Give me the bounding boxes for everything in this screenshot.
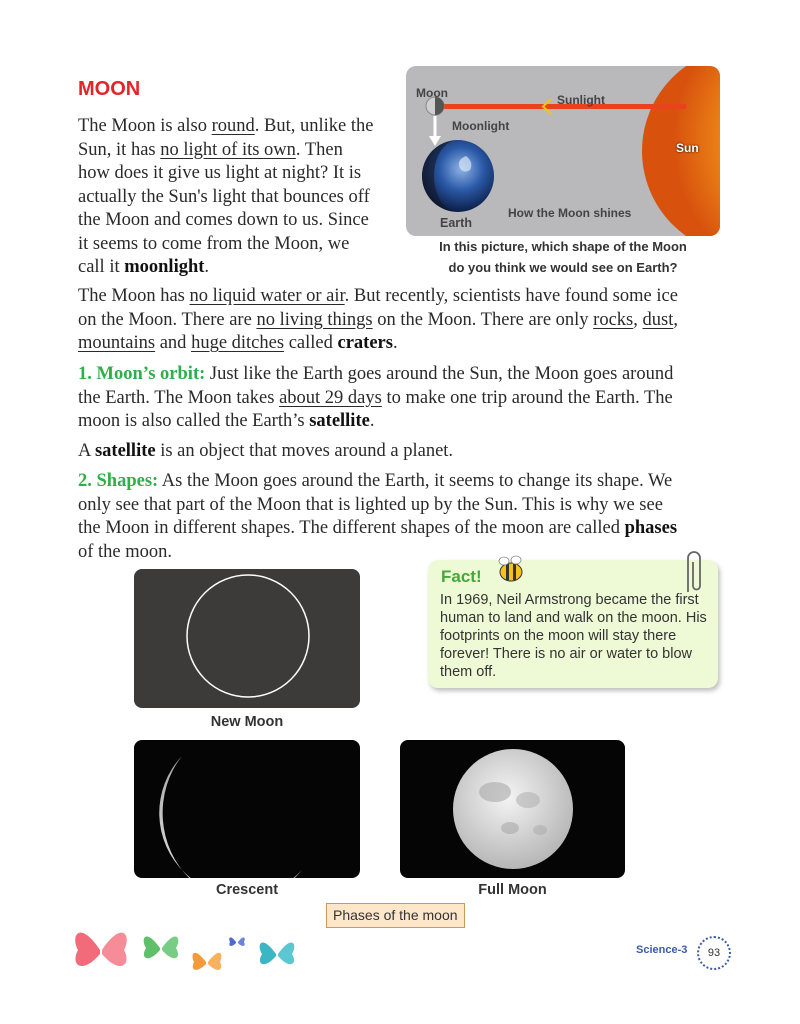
paperclip-icon: [687, 551, 701, 592]
page-heading: MOON: [78, 78, 141, 100]
green-butterfly-icon: [143, 936, 179, 959]
fact-box: Fact! In 1969, Neil Armstrong became the…: [428, 551, 718, 688]
label-how-moon-shines: How the Moon shines: [508, 206, 632, 220]
diagram-question: In this picture, which shape of the Moon…: [439, 239, 687, 275]
label-earth: Earth: [440, 216, 472, 230]
bee-icon: [498, 555, 523, 582]
fact-title: Fact!: [441, 567, 482, 586]
shapes-paragraph: 2. Shapes: As the Moon goes around the E…: [78, 471, 678, 562]
orange-butterfly-icon: [192, 952, 222, 970]
moon-surface-paragraph: The Moon has no liquid water or air. But…: [78, 286, 678, 353]
new-moon-label: New Moon: [210, 714, 284, 730]
intro-paragraph: The Moon is also round. But, unlike the …: [78, 116, 374, 277]
full-moon-label: Full Moon: [478, 882, 547, 898]
butterflies-decoration: [75, 932, 295, 970]
book-label: Science-3: [636, 944, 688, 956]
page-number: 93: [697, 936, 731, 970]
label-moon: Moon: [416, 86, 448, 100]
label-sunlight: Sunlight: [557, 93, 605, 107]
new-moon-graphic: [186, 574, 310, 698]
crescent-label: Crescent: [215, 882, 279, 898]
label-moonlight: Moonlight: [452, 119, 510, 133]
pink-butterfly-icon: [75, 932, 127, 966]
label-sun: Sun: [676, 141, 699, 155]
blue-butterfly-icon: [229, 937, 245, 946]
phases-caption: Phases of the moon: [326, 903, 465, 928]
full-moon-image: [400, 740, 625, 878]
shapes-heading: 2. Shapes:: [78, 471, 159, 491]
full-moon-graphic: [453, 749, 573, 869]
teal-butterfly-icon: [259, 942, 295, 965]
moon-shine-diagram: Moon Sunlight Moonlight Sun How the Moon…: [406, 66, 720, 236]
satellite-definition: A satellite is an object that moves arou…: [78, 441, 454, 461]
new-moon-image: [134, 569, 360, 708]
orbit-paragraph: 1. Moon’s orbit: Just like the Earth goe…: [78, 364, 674, 431]
crescent-moon-image: [134, 740, 360, 878]
fact-text: In 1969, Neil Armstrong became the first…: [440, 592, 707, 680]
moonlight-beam: [433, 116, 437, 138]
orbit-heading: 1. Moon’s orbit:: [78, 364, 206, 384]
crescent-moon-graphic: [159, 756, 302, 878]
